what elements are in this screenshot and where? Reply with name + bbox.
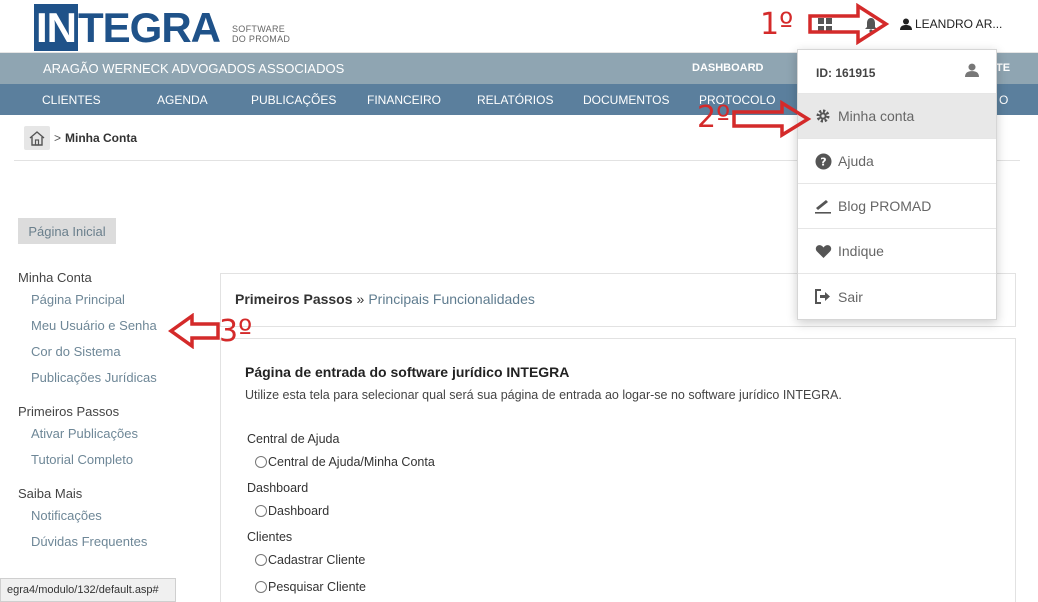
card-heading: Primeiros Passos» Principais Funcionalida…	[235, 291, 535, 307]
user-icon	[965, 63, 979, 77]
user-icon	[900, 18, 912, 30]
radio-button[interactable]	[255, 581, 267, 593]
card-subtitle-link[interactable]: Principais Funcionalidades	[368, 291, 535, 307]
nav-relatorios[interactable]: RELATÓRIOS	[477, 93, 553, 107]
sidebar-link-notificacoes[interactable]: Notificações	[18, 506, 208, 532]
nav-documentos[interactable]: DOCUMENTOS	[583, 93, 669, 107]
option-group-clientes: Clientes	[247, 530, 293, 544]
radio-button[interactable]	[255, 554, 267, 566]
option-label: Pesquisar Cliente	[268, 580, 366, 594]
user-menu-toggle[interactable]: LEANDRO AR...	[900, 17, 1002, 31]
logo-sub-line2: DO PROMAD	[232, 34, 291, 44]
step-1-annotation: 1º	[760, 7, 794, 42]
menu-item-indique[interactable]: Indique	[798, 229, 996, 274]
step-3-arrow-icon	[168, 313, 220, 349]
breadcrumb-home-button[interactable]	[24, 126, 50, 150]
nav-publicacoes[interactable]: PUBLICAÇÕES	[251, 93, 336, 107]
card-separator: »	[356, 291, 365, 307]
menu-item-minha-conta[interactable]: Minha conta	[798, 94, 996, 139]
option-central-ajuda-minha-conta[interactable]: Central de Ajuda/Minha Conta	[255, 455, 435, 469]
menu-item-label: Blog PROMAD	[838, 198, 932, 214]
user-name: LEANDRO AR...	[915, 17, 1003, 31]
option-dashboard[interactable]: Dashboard	[255, 504, 329, 518]
sidebar-link-duvidas-frequentes[interactable]: Dúvidas Frequentes	[18, 532, 208, 558]
user-id-label: ID: 161915	[816, 66, 876, 80]
integra-logo[interactable]: INTEGRA SOFTWARE DO PROMAD	[34, 4, 290, 51]
radio-button[interactable]	[255, 505, 267, 517]
home-page-button[interactable]: Página Inicial	[18, 218, 116, 244]
entry-page-card: Página de entrada do software jurídico I…	[220, 338, 1016, 602]
option-cadastrar-cliente[interactable]: Cadastrar Cliente	[255, 553, 365, 567]
sidebar-group-minha-conta: Minha Conta	[18, 270, 92, 285]
step-1-arrow-icon	[808, 3, 890, 45]
home-icon	[29, 130, 45, 146]
menu-item-label: Sair	[838, 288, 863, 305]
sidebar-group-primeiros-passos: Primeiros Passos	[18, 404, 120, 419]
gear-icon	[816, 109, 830, 123]
sidebar: Minha Conta Página Principal Meu Usuário…	[18, 268, 208, 558]
dropdown-user-id: ID: 161915	[798, 50, 996, 94]
user-dropdown-menu: ID: 161915 Minha conta ? Ajuda Blog PROM…	[797, 49, 997, 320]
menu-item-label: Indique	[838, 243, 884, 259]
sidebar-group-saiba-mais: Saiba Mais	[18, 486, 83, 501]
breadcrumb: > Minha Conta	[24, 126, 137, 150]
menu-item-label: Minha conta	[838, 108, 915, 124]
nav-overflow-item[interactable]: O	[999, 93, 1008, 107]
entry-page-title: Página de entrada do software jurídico I…	[245, 364, 570, 380]
sidebar-link-publicacoes-juridicas[interactable]: Publicações Jurídicas	[18, 368, 208, 394]
breadcrumb-separator: >	[54, 131, 62, 145]
heart-icon	[815, 244, 831, 258]
step-3-annotation: 3º	[219, 314, 253, 349]
sign-out-icon	[814, 289, 830, 304]
dashboard-link[interactable]: DASHBOARD	[692, 62, 764, 74]
sidebar-link-ativar-publicacoes[interactable]: Ativar Publicações	[18, 424, 208, 450]
svg-text:?: ?	[820, 155, 826, 168]
logo-sub-line1: SOFTWARE	[232, 24, 286, 34]
entry-page-description: Utilize esta tela para selecionar qual s…	[245, 388, 842, 402]
step-2-arrow-icon	[732, 100, 812, 138]
card-title: Primeiros Passos	[235, 291, 353, 307]
menu-item-blog-promad[interactable]: Blog PROMAD	[798, 184, 996, 229]
breadcrumb-current: Minha Conta	[65, 131, 138, 145]
firm-bar-right-link[interactable]: TE	[996, 62, 1010, 74]
browser-status-bar: egra4/modulo/132/default.asp#	[0, 578, 176, 602]
nav-clientes[interactable]: CLIENTES	[42, 93, 101, 107]
step-2-annotation: 2º	[697, 100, 731, 135]
pen-line-icon	[815, 200, 831, 214]
radio-button[interactable]	[255, 456, 267, 468]
menu-item-sair[interactable]: Sair	[798, 274, 996, 319]
question-circle-icon: ?	[815, 153, 831, 169]
option-label: Cadastrar Cliente	[268, 553, 366, 567]
logo-subtitle: SOFTWARE DO PROMAD	[232, 24, 290, 44]
sidebar-link-tutorial-completo[interactable]: Tutorial Completo	[18, 450, 208, 476]
menu-item-label: Ajuda	[838, 153, 874, 169]
nav-financeiro[interactable]: FINANCEIRO	[367, 93, 441, 107]
logo-wordmark: INTEGRA	[34, 4, 221, 51]
option-label: Dashboard	[268, 504, 330, 518]
option-group-central-ajuda: Central de Ajuda	[247, 432, 340, 446]
nav-agenda[interactable]: AGENDA	[157, 93, 208, 107]
firm-name: ARAGÃO WERNECK ADVOGADOS ASSOCIADOS	[43, 61, 345, 76]
menu-item-ajuda[interactable]: ? Ajuda	[798, 139, 996, 184]
option-group-dashboard: Dashboard	[247, 481, 309, 495]
option-pesquisar-cliente[interactable]: Pesquisar Cliente	[255, 580, 366, 594]
option-label: Central de Ajuda/Minha Conta	[268, 455, 435, 469]
